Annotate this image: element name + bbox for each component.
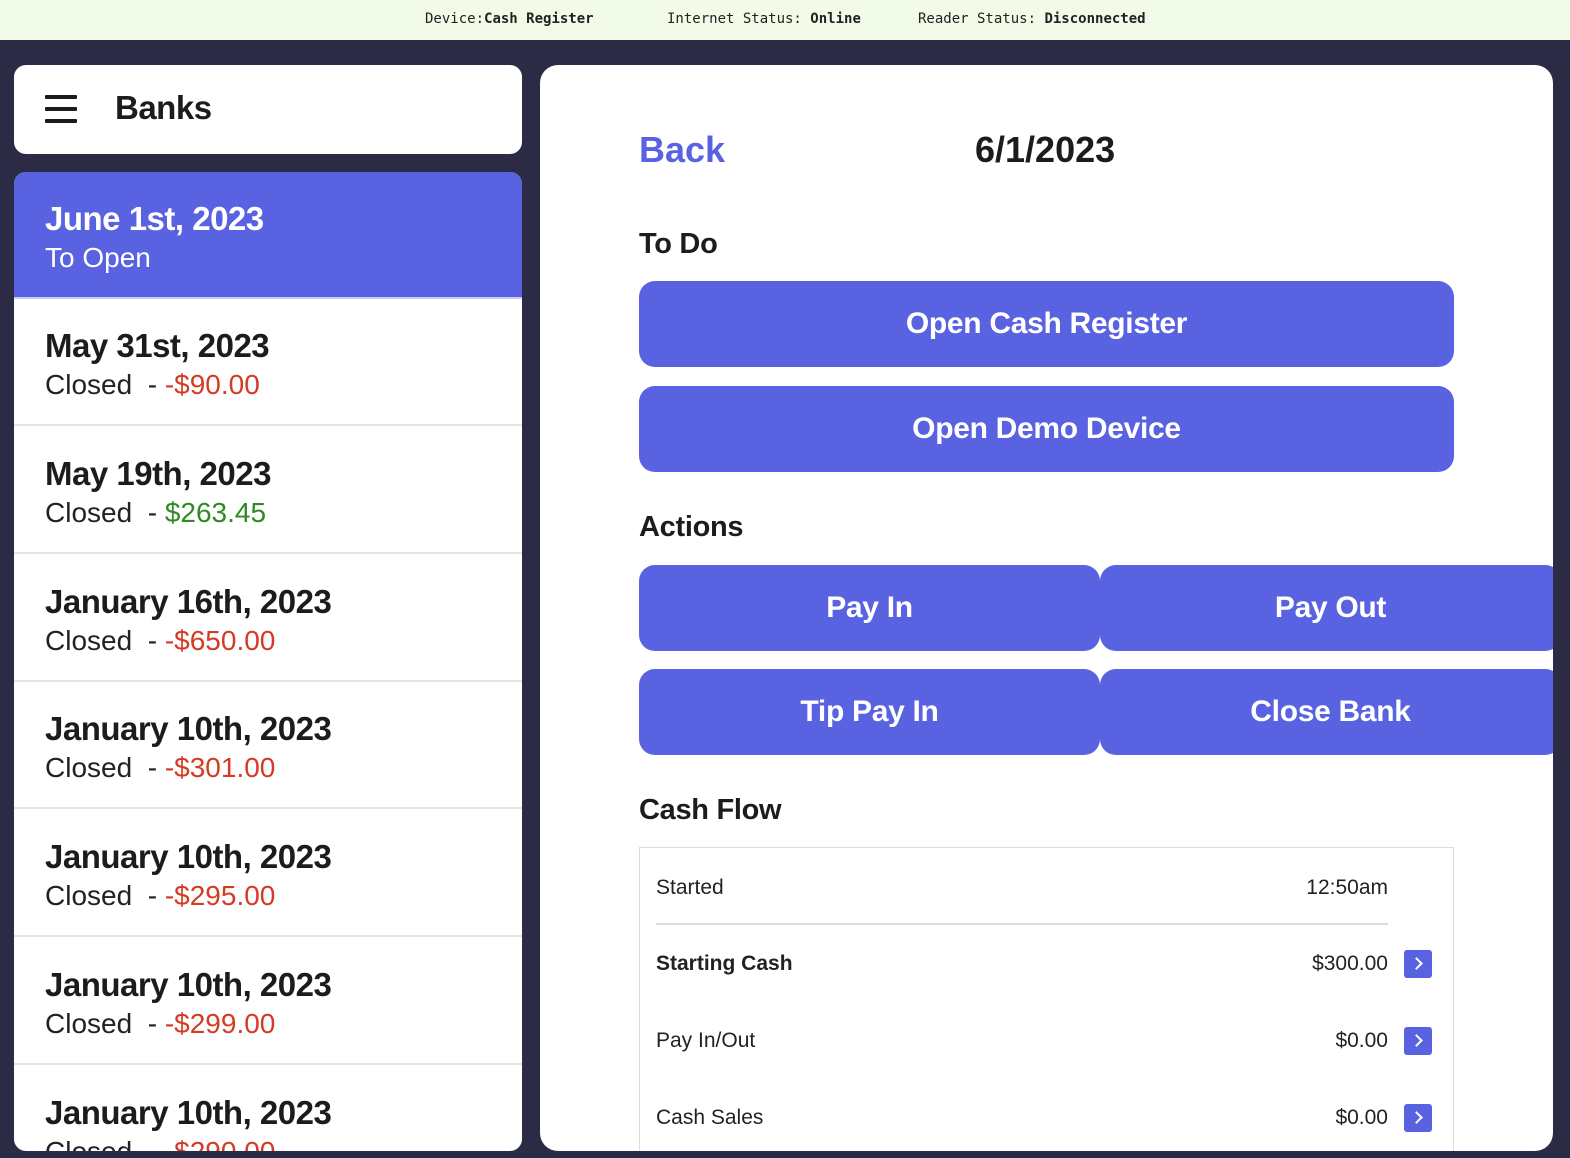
cashflow-label: Cash Sales bbox=[656, 1106, 764, 1129]
bank-list-item[interactable]: May 31st, 2023 Closed - -$90.00 bbox=[14, 299, 522, 426]
cashflow-label: Pay In/Out bbox=[656, 1029, 756, 1052]
tip-pay-in-button[interactable]: Tip Pay In bbox=[639, 669, 1100, 755]
cashflow-value: $0.00 bbox=[1335, 1106, 1388, 1129]
reader-status: Reader Status: Disconnected bbox=[918, 11, 1146, 27]
cashflow-row-started: Started 12:50am bbox=[656, 868, 1388, 908]
bank-detail-panel: Back 6/1/2023 To Do Open Cash Register O… bbox=[540, 65, 1553, 1151]
internet-status-label: Internet Status: bbox=[667, 11, 811, 27]
bank-status-text: Closed - bbox=[45, 1008, 165, 1039]
bank-list-item[interactable]: June 1st, 2023 To Open bbox=[14, 172, 522, 299]
bank-date: May 19th, 2023 bbox=[45, 455, 271, 492]
bank-list: June 1st, 2023 To Open May 31st, 2023 Cl… bbox=[14, 172, 522, 1151]
chevron-right-icon[interactable] bbox=[1404, 1104, 1432, 1132]
chevron-right-icon[interactable] bbox=[1404, 1027, 1432, 1055]
bank-list-item[interactable]: January 10th, 2023 Closed - -$299.00 bbox=[14, 938, 522, 1065]
bank-list-item[interactable]: January 16th, 2023 Closed - -$650.00 bbox=[14, 555, 522, 682]
cashflow-value: $300.00 bbox=[1312, 952, 1388, 975]
bank-status: Closed - -$290.00 bbox=[45, 1136, 275, 1151]
cashflow-table: Started 12:50am Starting Cash $300.00 Pa… bbox=[639, 847, 1454, 1151]
bank-status: Closed - $263.45 bbox=[45, 497, 266, 529]
cashflow-row-cash-sales: Cash Sales $0.00 bbox=[656, 1098, 1388, 1138]
bank-date: January 10th, 2023 bbox=[45, 1094, 332, 1131]
cashflow-value: 12:50am bbox=[1306, 876, 1388, 899]
bank-date: January 10th, 2023 bbox=[45, 966, 332, 1003]
chevron-right-icon[interactable] bbox=[1404, 950, 1432, 978]
bank-status: Closed - -$299.00 bbox=[45, 1008, 275, 1040]
bank-status-text: Closed - bbox=[45, 369, 165, 400]
bank-status: Closed - -$295.00 bbox=[45, 880, 275, 912]
device-status-value: Cash Register bbox=[484, 11, 594, 27]
bank-amount: -$90.00 bbox=[164, 369, 260, 400]
cashflow-row-starting-cash: Starting Cash $300.00 bbox=[656, 944, 1388, 984]
status-bar: Device:Cash Register Internet Status: On… bbox=[0, 0, 1570, 40]
bank-status: Closed - -$650.00 bbox=[45, 625, 275, 657]
bank-date: January 10th, 2023 bbox=[45, 710, 332, 747]
bank-list-item[interactable]: January 10th, 2023 Closed - -$295.00 bbox=[14, 810, 522, 937]
detail-date: 6/1/2023 bbox=[975, 129, 1116, 170]
actions-section-title: Actions bbox=[639, 511, 744, 543]
device-status: Device:Cash Register bbox=[425, 11, 594, 27]
device-status-label: Device: bbox=[425, 11, 485, 27]
bank-amount: -$301.00 bbox=[164, 752, 276, 783]
internet-status: Internet Status: Online bbox=[667, 11, 861, 27]
bank-status-text: To Open bbox=[45, 242, 151, 273]
bank-amount: -$650.00 bbox=[164, 625, 276, 656]
bank-date: June 1st, 2023 bbox=[45, 200, 264, 237]
reader-status-value: Disconnected bbox=[1044, 11, 1146, 27]
cashflow-divider bbox=[656, 923, 1388, 925]
cashflow-section-title: Cash Flow bbox=[639, 794, 782, 826]
bank-list-item[interactable]: January 10th, 2023 Closed - -$290.00 bbox=[14, 1066, 522, 1151]
close-bank-button[interactable]: Close Bank bbox=[1100, 669, 1553, 755]
cashflow-row-pay-in-out: Pay In/Out $0.00 bbox=[656, 1021, 1388, 1061]
bank-status: Closed - -$90.00 bbox=[45, 369, 260, 401]
internet-status-value: Online bbox=[810, 11, 861, 27]
bank-date: May 31st, 2023 bbox=[45, 327, 270, 364]
bank-amount: -$295.00 bbox=[164, 880, 276, 911]
page-title: Banks bbox=[115, 89, 212, 126]
bank-list-item[interactable]: May 19th, 2023 Closed - $263.45 bbox=[14, 427, 522, 554]
cashflow-label: Started bbox=[656, 876, 724, 899]
pay-out-button[interactable]: Pay Out bbox=[1100, 565, 1553, 651]
pay-in-button[interactable]: Pay In bbox=[639, 565, 1100, 651]
bank-amount: -$299.00 bbox=[164, 1008, 276, 1039]
bank-status-text: Closed - bbox=[45, 752, 165, 783]
bank-list-item[interactable]: January 10th, 2023 Closed - -$301.00 bbox=[14, 682, 522, 809]
back-button[interactable]: Back bbox=[639, 129, 725, 171]
bank-amount: -$290.00 bbox=[165, 1136, 276, 1151]
bank-amount: $263.45 bbox=[164, 497, 267, 528]
cashflow-label: Starting Cash bbox=[656, 952, 793, 975]
hamburger-menu-icon[interactable] bbox=[45, 94, 77, 124]
cashflow-value: $0.00 bbox=[1335, 1029, 1388, 1052]
todo-section-title: To Do bbox=[639, 228, 718, 260]
bank-status: Closed - -$301.00 bbox=[45, 752, 275, 784]
reader-status-label: Reader Status: bbox=[918, 11, 1045, 27]
bank-date: January 16th, 2023 bbox=[45, 583, 332, 620]
open-demo-device-button[interactable]: Open Demo Device bbox=[639, 386, 1454, 472]
open-cash-register-button[interactable]: Open Cash Register bbox=[639, 281, 1454, 367]
bank-status-text: Closed - bbox=[45, 497, 165, 528]
banks-header: Banks bbox=[14, 65, 522, 154]
bank-status-text: Closed - bbox=[45, 1136, 165, 1151]
bank-status-text: Closed - bbox=[45, 625, 165, 656]
bank-status: To Open bbox=[45, 242, 151, 274]
bank-date: January 10th, 2023 bbox=[45, 838, 332, 875]
bank-status-text: Closed - bbox=[45, 880, 165, 911]
